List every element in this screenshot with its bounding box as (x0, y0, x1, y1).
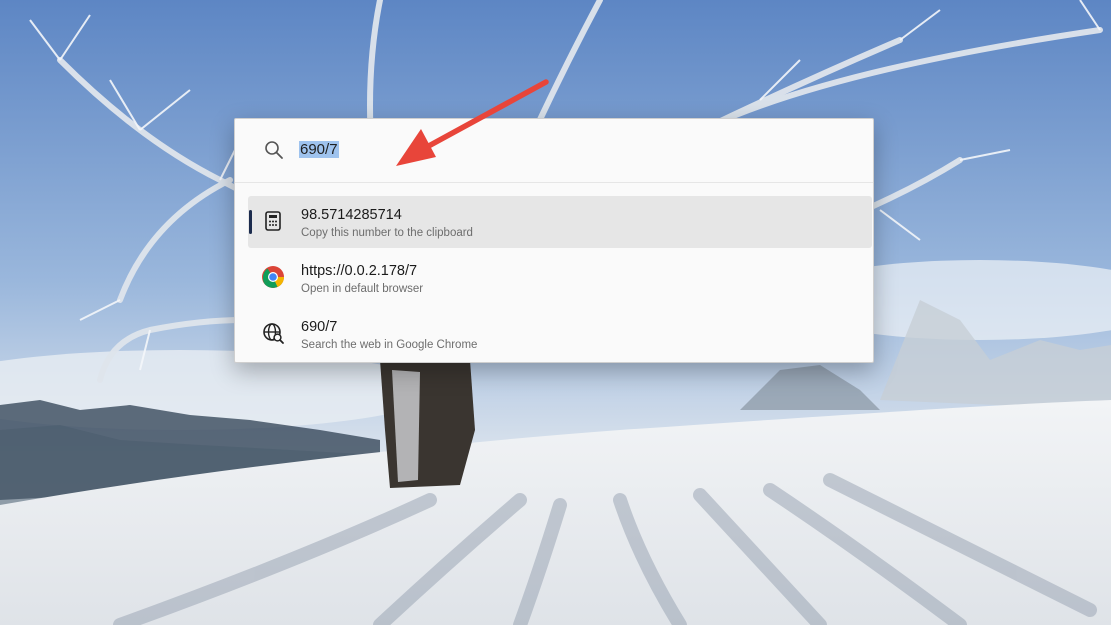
selected-indicator (249, 210, 252, 234)
results-list: 98.5714285714 Copy this number to the cl… (248, 196, 872, 364)
search-input[interactable]: 690/7 (299, 141, 819, 161)
result-subtitle: Copy this number to the clipboard (301, 227, 473, 239)
search-input-selected-text: 690/7 (299, 141, 339, 158)
result-subtitle: Open in default browser (301, 283, 424, 295)
search-bar[interactable]: 690/7 (235, 119, 873, 183)
calculator-icon (265, 211, 281, 231)
result-item-open-url[interactable]: https://0.0.2.178/7 Open in default brow… (248, 252, 872, 304)
result-item-calculator[interactable]: 98.5714285714 Copy this number to the cl… (248, 196, 872, 248)
result-title: 98.5714285714 (301, 207, 402, 223)
web-search-icon (263, 323, 284, 344)
run-launcher-window: 690/7 98.5714285714 Copy this number to … (234, 118, 874, 363)
result-title: 690/7 (301, 319, 338, 335)
search-icon (265, 141, 283, 159)
result-item-web-search[interactable]: 690/7 Search the web in Google Chrome (248, 308, 872, 360)
result-title: https://0.0.2.178/7 (301, 263, 418, 279)
result-subtitle: Search the web in Google Chrome (301, 339, 478, 351)
chrome-icon (262, 266, 284, 288)
